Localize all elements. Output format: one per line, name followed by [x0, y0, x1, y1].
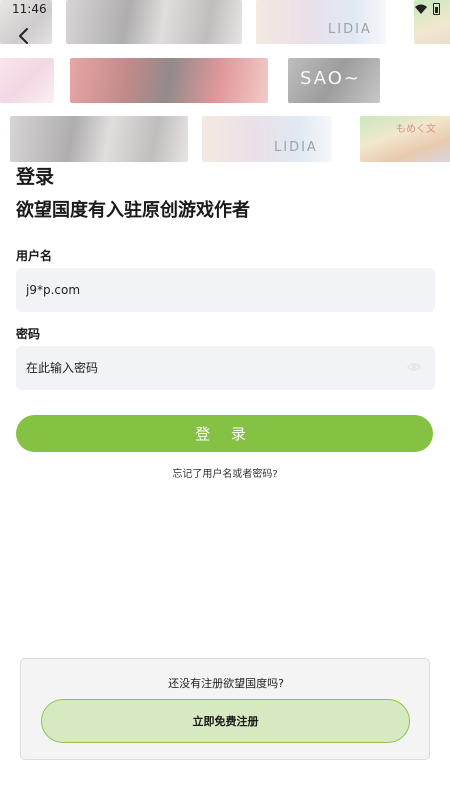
banner-image: LIDIA — [202, 116, 332, 162]
register-button[interactable]: 立即免费注册 — [41, 699, 410, 743]
banner-image: SAO~ — [288, 58, 380, 103]
banner-image — [70, 58, 268, 103]
status-icons — [415, 3, 440, 15]
banner-caption: LIDIA — [274, 140, 318, 155]
login-button[interactable]: 登 录 — [16, 415, 433, 452]
banner-caption: SAO~ — [300, 68, 362, 89]
page-subtitle: 欲望国度有入驻原创游戏作者 — [16, 200, 250, 221]
username-input[interactable] — [16, 268, 435, 312]
register-prompt: 还没有注册欲望国度吗? — [168, 677, 284, 690]
banner-caption: LIDIA — [328, 22, 372, 37]
page-title: 登录 — [16, 166, 55, 188]
battery-icon — [433, 3, 440, 15]
status-bar: 11:46 — [0, 0, 450, 20]
eye-icon[interactable] — [407, 362, 421, 372]
banner-image: もめく文 — [360, 116, 450, 162]
register-card: 还没有注册欲望国度吗? 立即免费注册 — [20, 658, 430, 760]
chevron-left-icon[interactable] — [14, 26, 34, 46]
password-label: 密码 — [16, 327, 41, 341]
password-input[interactable] — [16, 346, 435, 390]
username-label: 用户名 — [16, 249, 53, 263]
banner-collage: LIDIA SAO~ LIDIA もめく文 — [0, 0, 450, 165]
banner-image — [0, 58, 54, 103]
banner-image — [10, 116, 188, 162]
forgot-password-link[interactable]: 忘记了用户名或者密码? — [0, 465, 450, 480]
wifi-icon — [415, 4, 427, 14]
status-time: 11:46 — [12, 2, 47, 16]
banner-caption: もめく文 — [396, 124, 436, 135]
